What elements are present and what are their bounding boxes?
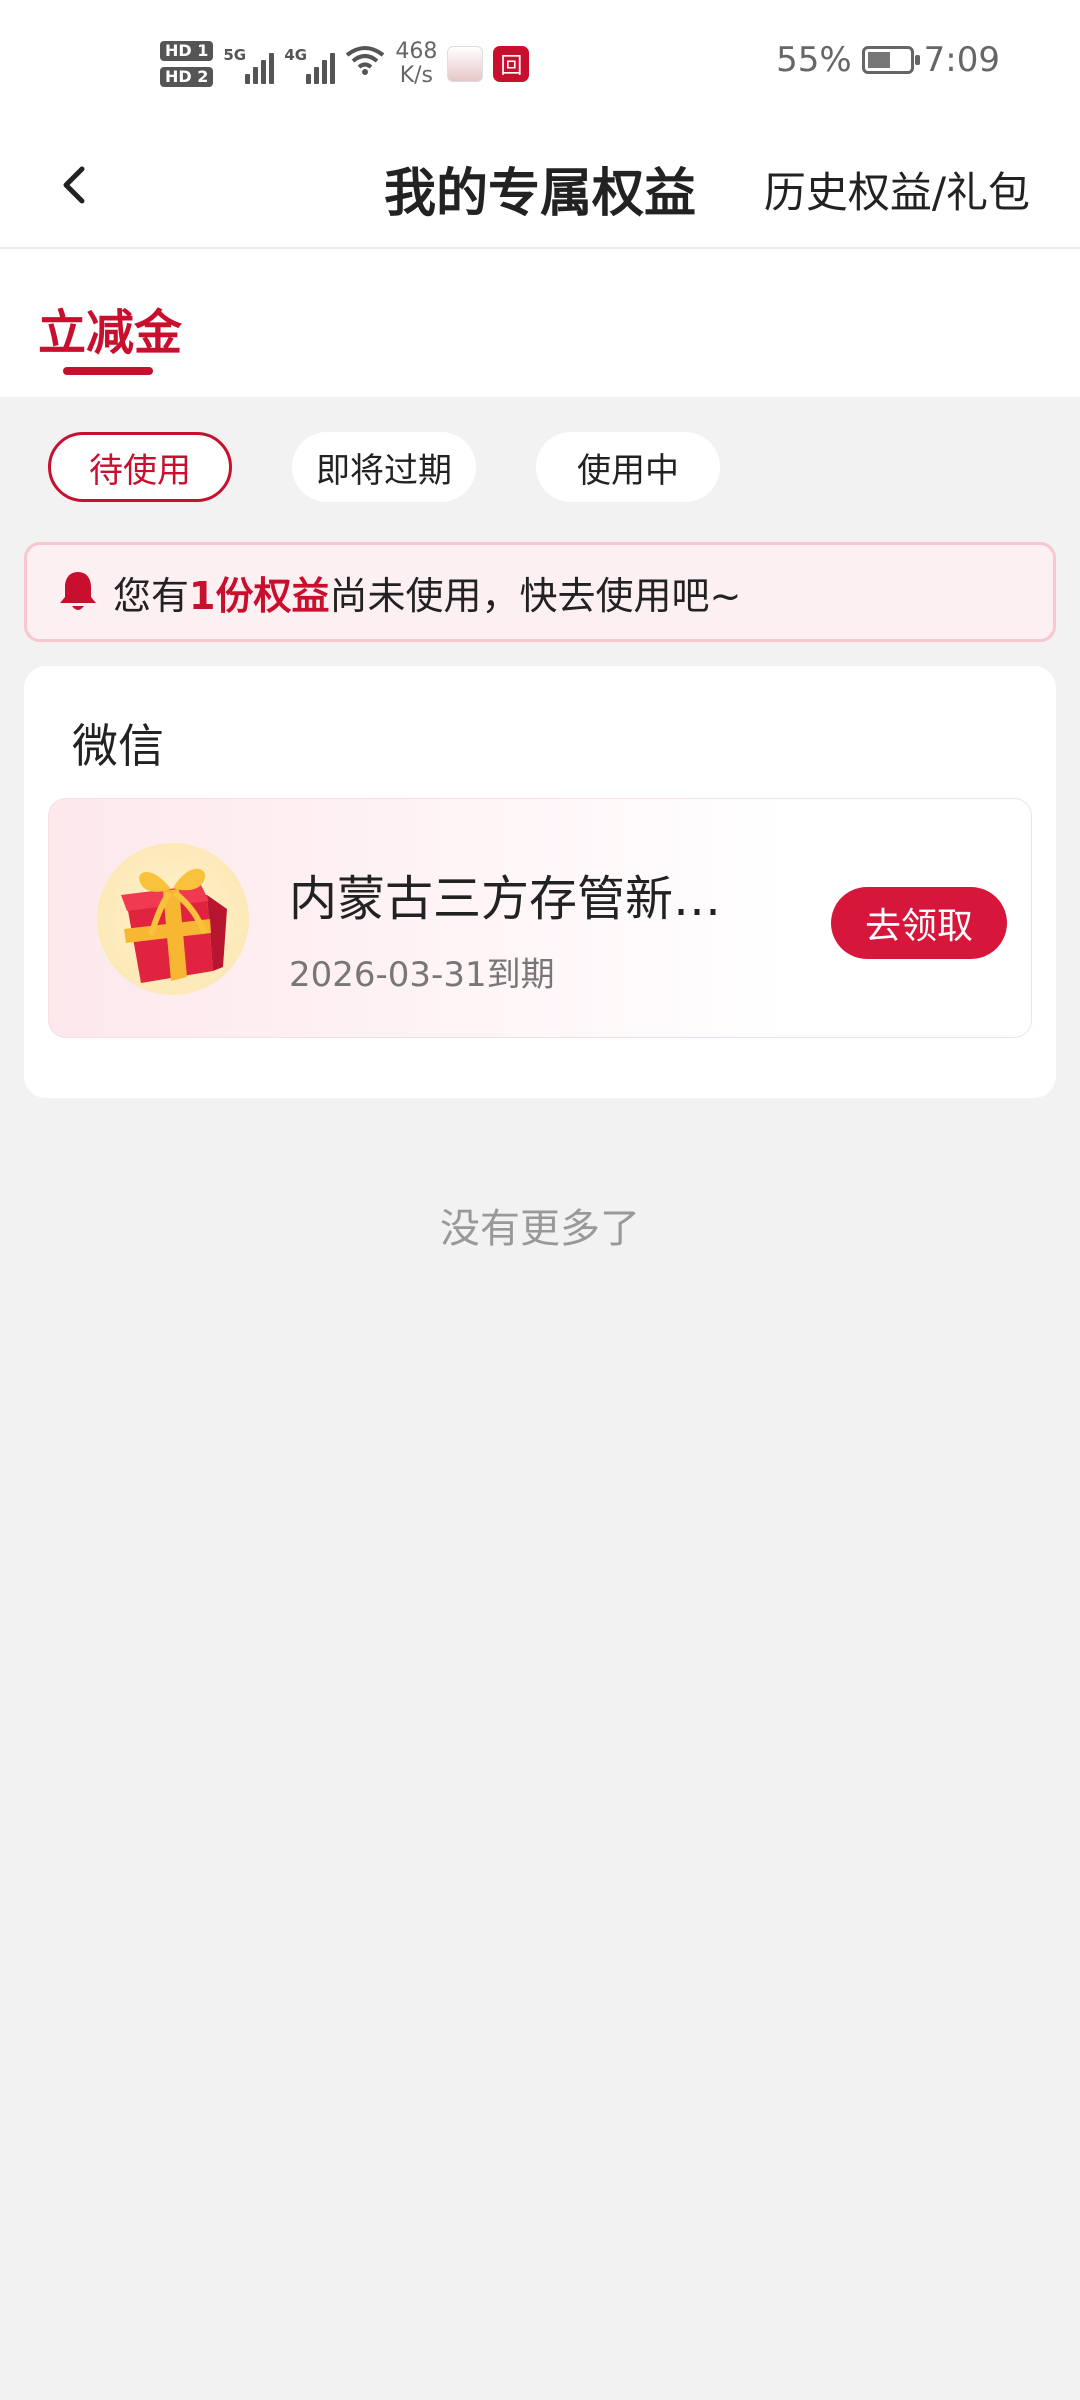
filter-chips: 待使用 即将过期 使用中 [48,432,720,502]
hd2-badge: HD 2 [160,67,214,87]
status-bar: HD 1 HD 2 5G 4G 468 K/s 回 55% 7:09 [0,0,1080,125]
filter-pending[interactable]: 待使用 [48,432,232,502]
signal-4g-icon: 4G [284,44,336,84]
unused-notice: 您有 1份权益 尚未使用，快去使用吧~ [24,542,1056,642]
battery-icon [861,46,920,74]
nav-bar: 我的专属权益 历史权益/礼包 [0,125,1080,249]
signal-5g-icon: 5G [223,44,275,84]
hd1-badge: HD 1 [160,41,214,61]
bank-app-icon: 回 [493,46,530,82]
bell-icon [60,572,96,610]
group-title: 微信 [72,719,164,773]
tab-indicator [63,367,153,375]
history-link[interactable]: 历史权益/礼包 [764,159,1030,220]
gift-box-icon [97,843,249,995]
tab-instant-discount[interactable]: 立减金 [38,293,182,363]
net2-label: 4G [284,46,308,64]
filter-in-use[interactable]: 使用中 [536,432,720,502]
battery-percent: 55% [776,40,852,80]
notice-suffix: 尚未使用，快去使用吧~ [329,573,742,618]
notice-prefix: 您有 [113,573,190,618]
status-right: 55% 7:09 [776,40,1000,80]
benefit-name: 内蒙古三方存管新… [289,871,722,927]
app-notification-icon [447,46,484,82]
filter-expiring[interactable]: 即将过期 [292,432,476,502]
status-left: HD 1 HD 2 5G 4G 468 K/s 回 [160,38,530,90]
speed-unit: K/s [399,63,434,88]
claim-button[interactable]: 去领取 [831,887,1007,959]
net-speed: 468 K/s [395,40,437,88]
clock: 7:09 [923,40,1000,80]
net1-label: 5G [223,46,247,64]
benefit-group-card: 微信 内蒙古三方存管新… 2026-03-31到期 去领取 [24,666,1056,1098]
benefit-item[interactable]: 内蒙古三方存管新… 2026-03-31到期 去领取 [48,798,1032,1038]
hd-indicators: HD 1 HD 2 [160,41,214,87]
tab-bar: 立减金 [0,249,1080,397]
speed-value: 468 [395,39,438,64]
wifi-icon [345,44,385,85]
no-more-text: 没有更多了 [440,1206,640,1252]
notice-highlight: 1份权益 [189,573,330,618]
benefit-expiry: 2026-03-31到期 [289,955,555,995]
